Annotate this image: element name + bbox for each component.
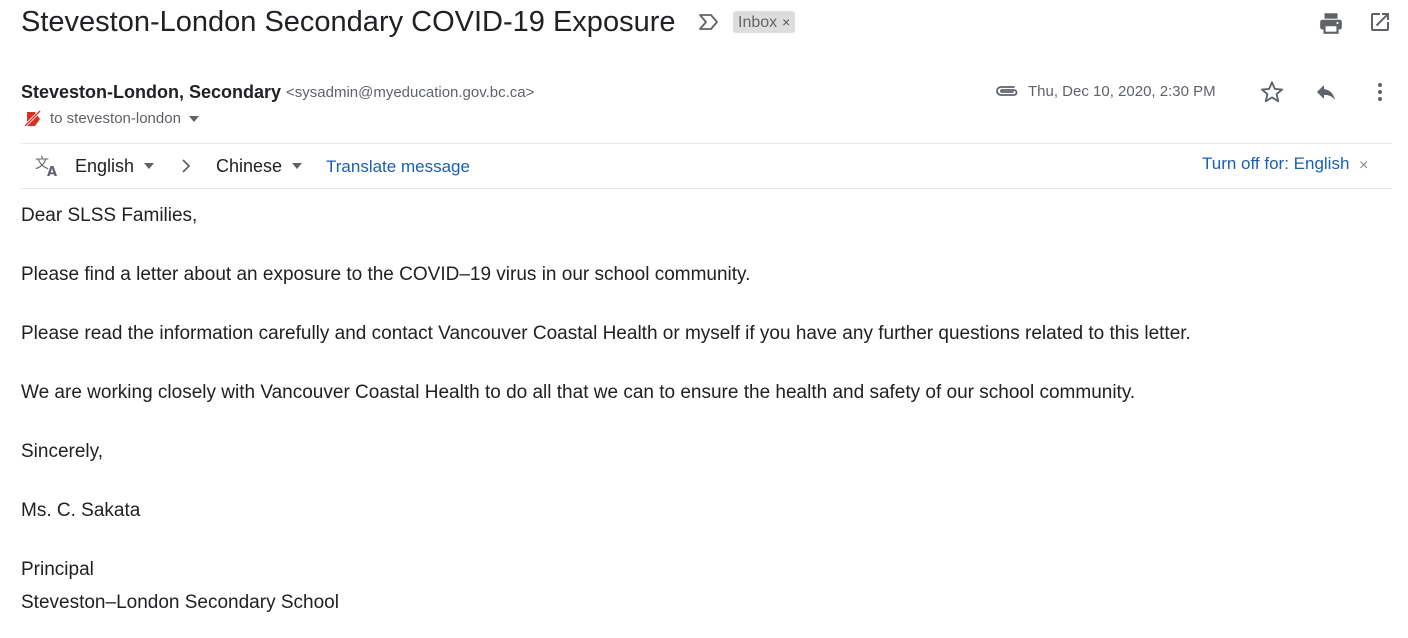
remove-label-button[interactable]: × — [782, 14, 790, 30]
unverified-sender-icon — [24, 110, 42, 128]
sender-email: <sysadmin@myeducation.gov.bc.ca> — [286, 84, 535, 101]
email-date: Thu, Dec 10, 2020, 2:30 PM — [1028, 83, 1216, 100]
source-language-select[interactable]: English — [75, 155, 155, 177]
reply-icon[interactable] — [1313, 80, 1339, 104]
translate-message-link[interactable]: Translate message — [326, 156, 470, 178]
sender-name[interactable]: Steveston-London, Secondary — [21, 80, 281, 104]
signature-school: Steveston–London Secondary School — [21, 592, 339, 613]
signature-title: Principal — [21, 559, 94, 580]
signature-name: Ms. C. Sakata — [21, 500, 141, 521]
body-paragraph: Sincerely, — [21, 441, 104, 462]
body-paragraph: We are working closely with Vancouver Co… — [21, 382, 1136, 403]
importance-marker-icon[interactable] — [697, 12, 721, 32]
recipient-text: to steveston-london — [50, 110, 181, 127]
close-translate-bar-button[interactable]: × — [1359, 157, 1368, 175]
star-icon[interactable] — [1259, 79, 1285, 105]
recipient-line[interactable]: to steveston-london — [24, 108, 199, 130]
dropdown-arrow-icon — [292, 163, 303, 169]
body-paragraph: Please find a letter about an exposure t… — [21, 264, 751, 285]
translate-icon: 文 A — [35, 156, 57, 178]
email-subject: Steveston-London Secondary COVID-19 Expo… — [21, 6, 676, 38]
chevron-down-icon[interactable] — [188, 116, 199, 122]
label-text: Inbox — [738, 14, 778, 31]
print-icon[interactable] — [1318, 10, 1344, 36]
more-vert-icon[interactable] — [1370, 80, 1390, 104]
body-paragraph: Please read the information carefully an… — [21, 323, 1191, 344]
dropdown-arrow-icon — [144, 163, 155, 169]
attachment-icon — [996, 86, 1018, 96]
body-paragraph: Dear SLSS Families, — [21, 205, 198, 226]
translate-bar: 文 A English Chinese Translate message Tu… — [21, 143, 1392, 189]
source-language-label: English — [75, 156, 135, 176]
svg-text:A: A — [47, 165, 57, 178]
target-language-label: Chinese — [216, 156, 283, 176]
open-in-new-window-icon[interactable] — [1368, 10, 1392, 34]
turn-off-translation-link[interactable]: Turn off for: English — [1202, 153, 1349, 175]
chevron-right-icon — [182, 159, 191, 173]
target-language-select[interactable]: Chinese — [216, 155, 303, 177]
inbox-label-chip: Inbox × — [733, 11, 796, 33]
